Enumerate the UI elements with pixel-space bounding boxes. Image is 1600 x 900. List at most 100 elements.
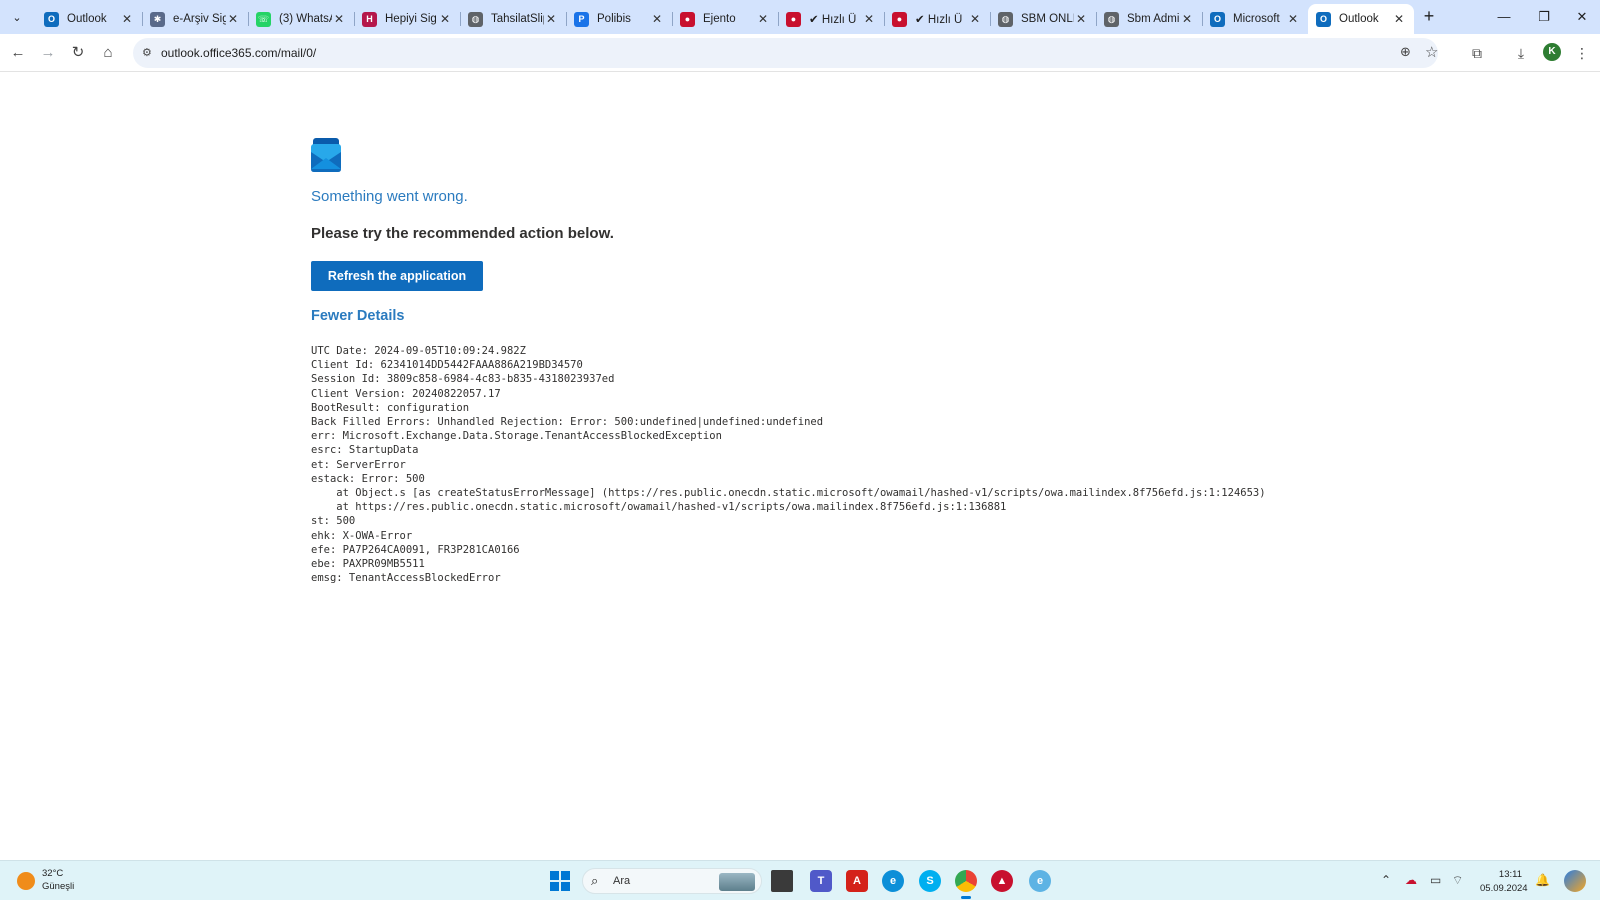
home-icon[interactable]: ⌂ [97, 42, 119, 64]
browser-toolbar: ← → ↻ ⌂ ⚙ outlook.office365.com/mail/0/ … [0, 34, 1600, 72]
browser-tab[interactable]: ◍ SBM ONLI ✕ [990, 4, 1097, 34]
ejento-icon: ● [786, 11, 801, 27]
search-highlight-image [719, 873, 755, 891]
zoom-icon[interactable]: ⊕ [1400, 44, 1411, 60]
globe-icon: ◍ [468, 11, 483, 27]
start-windows-icon[interactable] [550, 871, 570, 891]
polibis-icon: P [574, 11, 589, 27]
profile-avatar[interactable]: K [1543, 43, 1561, 61]
close-window-icon[interactable]: ✕ [1562, 6, 1600, 28]
browser-tab[interactable]: O Outlook ✕ [36, 4, 143, 34]
error-heading: Something went wrong. [311, 188, 468, 205]
skype-icon[interactable]: S [919, 870, 941, 892]
url-text[interactable]: outlook.office365.com/mail/0/ [161, 46, 316, 60]
tab-close-icon[interactable]: ✕ [544, 12, 558, 26]
refresh-application-button[interactable]: Refresh the application [311, 261, 483, 291]
error-detail-line: at Object.s [as createStatusErrorMessage… [311, 487, 1266, 500]
forward-icon[interactable]: → [37, 42, 59, 64]
error-detail-line: emsg: TenantAccessBlockedError [311, 572, 501, 585]
hepiyi-icon: H [362, 11, 377, 27]
weather-temperature[interactable]: 32°C [42, 868, 63, 879]
ejento-icon: ● [892, 11, 907, 27]
tab-label: (3) WhatsA [279, 13, 332, 25]
tab-close-icon[interactable]: ✕ [226, 12, 240, 26]
tab-label: Outlook [1339, 13, 1379, 25]
outlook-icon: O [1316, 11, 1331, 27]
error-detail-line: Client Id: 62341014DD5442FAAA886A219BD34… [311, 359, 583, 372]
sun-weather-icon[interactable] [17, 872, 35, 890]
chrome-active-indicator [961, 896, 971, 899]
clock-date[interactable]: 05.09.2024 [1480, 883, 1528, 894]
minimize-icon[interactable]: — [1484, 6, 1524, 28]
browser-tab[interactable]: ◍ Sbm Admi ✕ [1096, 4, 1203, 34]
search-placeholder: Ara [613, 875, 631, 887]
error-detail-line: Session Id: 3809c858-6984-4c83-b835-4318… [311, 373, 615, 386]
tab-close-icon[interactable]: ✕ [650, 12, 664, 26]
tab-close-icon[interactable]: ✕ [120, 12, 134, 26]
error-detail-line: BootResult: configuration [311, 401, 470, 414]
tab-label: Polibis [597, 13, 631, 25]
extensions-icon[interactable]: ⧉ [1466, 42, 1488, 64]
browser-tab[interactable]: ● ✔ Hızlı Ü ✕ [884, 4, 991, 34]
tab-close-icon[interactable]: ✕ [438, 12, 452, 26]
browser-tab[interactable]: ☏ (3) WhatsA ✕ [248, 4, 355, 34]
tab-label: Ejento [703, 13, 736, 25]
internet-explorer-icon[interactable]: e [1029, 870, 1051, 892]
restore-icon[interactable]: ❐ [1524, 6, 1564, 28]
site-info-icon[interactable]: ⚙ [142, 46, 156, 60]
error-detail-line: st: 500 [311, 515, 356, 528]
error-detail-line: Client Version: 20240822057.17 [311, 387, 501, 400]
error-detail-line: UTC Date: 2024-09-05T10:09:24.982Z [311, 345, 526, 357]
notifications-bell-icon[interactable]: 🔔 [1535, 873, 1550, 887]
new-tab-button[interactable]: + [1418, 6, 1440, 28]
tab-label: Sbm Admi [1127, 13, 1180, 25]
bookmark-star-icon[interactable]: ☆ [1425, 43, 1438, 61]
tab-label: SBM ONLI [1021, 13, 1074, 25]
downloads-icon[interactable]: ⤓ [1510, 42, 1532, 64]
browser-tab[interactable]: ◍ TahsilatSlip ✕ [460, 4, 567, 34]
taskbar-search[interactable]: ⌕ Ara [582, 868, 762, 894]
browser-tab[interactable]: O Microsoft ✕ [1202, 4, 1308, 34]
page-content: Something went wrong. Please try the rec… [0, 72, 1600, 860]
teams-icon[interactable]: T [810, 870, 832, 892]
tab-close-icon[interactable]: ✕ [1286, 12, 1300, 26]
error-details: UTC Date: 2024-09-05T10:09:24.982Z Client… [311, 344, 1266, 585]
menu-kebab-icon[interactable]: ⋮ [1571, 42, 1593, 64]
tab-close-icon[interactable]: ✕ [756, 12, 770, 26]
error-detail-line: ebe: PAXPR09MB5511 [311, 558, 425, 571]
browser-tab[interactable]: O Outlook ✕ [1308, 4, 1414, 34]
clock-time[interactable]: 13:11 [1480, 869, 1522, 880]
weather-description[interactable]: Güneşli [42, 881, 74, 892]
error-detail-line: et: ServerError [311, 458, 406, 471]
acrobat-icon[interactable]: A [846, 870, 868, 892]
file-explorer-icon[interactable] [771, 870, 793, 892]
browser-tab[interactable]: ● Ejento ✕ [672, 4, 779, 34]
browser-tab[interactable]: H Hepiyi Sig ✕ [354, 4, 461, 34]
pdf-app-icon[interactable]: ▲ [991, 870, 1013, 892]
browser-tab[interactable]: ✱ e-Arşiv Sig ✕ [142, 4, 249, 34]
tab-search-chevron-icon[interactable]: ⌄ [6, 7, 28, 27]
copilot-icon[interactable] [1564, 870, 1586, 892]
tab-label: e-Arşiv Sig [173, 13, 226, 25]
tab-label: TahsilatSlip [491, 13, 544, 25]
fewer-details-link[interactable]: Fewer Details [311, 308, 405, 324]
tab-close-icon[interactable]: ✕ [862, 12, 876, 26]
tab-label: Hepiyi Sig [385, 13, 437, 25]
chrome-icon[interactable] [955, 870, 977, 892]
address-bar[interactable]: ⚙ outlook.office365.com/mail/0/ ⊕ ☆ [133, 38, 1438, 68]
browser-tab[interactable]: ● ✔ Hızlı Ü ✕ [778, 4, 885, 34]
network-icon[interactable]: ⌔ [1452, 873, 1463, 888]
reload-icon[interactable]: ↻ [67, 42, 89, 64]
show-hidden-icons-chevron-icon[interactable]: ⌃ [1381, 873, 1391, 887]
edge-icon[interactable]: e [882, 870, 904, 892]
tab-close-icon[interactable]: ✕ [1392, 12, 1406, 26]
back-icon[interactable]: ← [7, 42, 29, 64]
tab-close-icon[interactable]: ✕ [1180, 12, 1194, 26]
search-icon: ⌕ [591, 873, 599, 888]
tab-close-icon[interactable]: ✕ [1074, 12, 1088, 26]
browser-tab[interactable]: P Polibis ✕ [566, 4, 673, 34]
display-icon[interactable]: ▭ [1430, 873, 1441, 887]
cloud-sync-icon[interactable]: ☁ [1405, 873, 1417, 887]
tab-close-icon[interactable]: ✕ [332, 12, 346, 26]
tab-close-icon[interactable]: ✕ [968, 12, 982, 26]
